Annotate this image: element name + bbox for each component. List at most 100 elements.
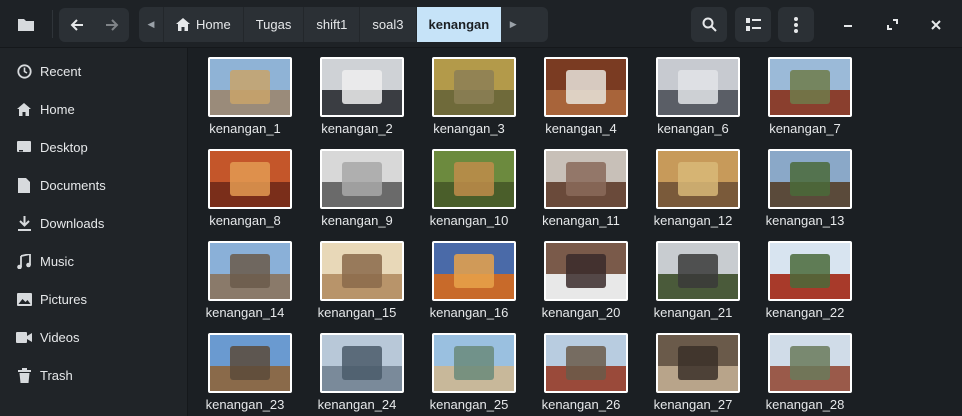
file-item[interactable]: kenangan_28 xyxy=(749,324,861,416)
document-icon xyxy=(16,177,32,193)
file-item[interactable]: kenangan_20 xyxy=(525,232,637,324)
file-item[interactable]: kenangan_15 xyxy=(301,232,413,324)
header-separator xyxy=(52,10,53,38)
path-bar: ◀ Home Tugas shift1 soal3 kenangan ▶ xyxy=(139,7,548,42)
maximize-button[interactable] xyxy=(874,7,910,42)
crumb-tugas[interactable]: Tugas xyxy=(242,7,304,42)
image-thumbnail xyxy=(544,57,628,117)
music-icon xyxy=(16,253,32,269)
home-icon xyxy=(176,18,190,31)
file-name: kenangan_7 xyxy=(769,121,841,136)
file-item[interactable]: kenangan_25 xyxy=(413,324,525,416)
sidebar-item-trash[interactable]: Trash xyxy=(0,356,188,394)
file-name: kenangan_12 xyxy=(653,213,733,228)
sidebar-item-desktop[interactable]: Desktop xyxy=(0,128,188,166)
file-name: kenangan_26 xyxy=(541,397,621,412)
file-name: kenangan_25 xyxy=(429,397,509,412)
image-thumbnail xyxy=(432,333,516,393)
crumb-label: soal3 xyxy=(372,17,404,32)
sidebar-item-documents[interactable]: Documents xyxy=(0,166,188,204)
file-name: kenangan_13 xyxy=(765,213,845,228)
file-name: kenangan_24 xyxy=(317,397,397,412)
image-thumbnail xyxy=(656,57,740,117)
vertical-dots-icon xyxy=(794,16,798,33)
file-item[interactable]: kenangan_3 xyxy=(413,48,525,140)
file-item[interactable]: kenangan_11 xyxy=(525,140,637,232)
file-name: kenangan_9 xyxy=(321,213,393,228)
sidebar-item-videos[interactable]: Videos xyxy=(0,318,188,356)
path-scroll-left-button[interactable]: ◀ xyxy=(139,7,163,42)
file-item[interactable]: kenangan_8 xyxy=(189,140,301,232)
file-item[interactable]: kenangan_6 xyxy=(637,48,749,140)
file-item[interactable]: kenangan_27 xyxy=(637,324,749,416)
desktop-icon xyxy=(16,139,32,155)
sidebar-item-label: Downloads xyxy=(40,215,105,231)
sidebar-item-home[interactable]: Home xyxy=(0,90,188,128)
close-button[interactable] xyxy=(918,7,954,42)
file-name: kenangan_11 xyxy=(542,213,620,228)
file-name: kenangan_20 xyxy=(541,305,621,320)
image-thumbnail xyxy=(544,149,628,209)
search-button[interactable] xyxy=(691,7,727,42)
main-menu-button[interactable] xyxy=(778,7,814,42)
image-thumbnail xyxy=(208,241,292,301)
header-bar: ◀ Home Tugas shift1 soal3 kenangan ▶ xyxy=(0,0,962,48)
sidebar-item-recent[interactable]: Recent xyxy=(0,52,188,90)
file-name: kenangan_6 xyxy=(657,121,729,136)
file-item[interactable]: kenangan_12 xyxy=(637,140,749,232)
maximize-icon xyxy=(886,19,898,30)
file-item[interactable]: kenangan_16 xyxy=(413,232,525,324)
clock-icon xyxy=(16,63,32,79)
minimize-button[interactable] xyxy=(830,7,866,42)
image-thumbnail xyxy=(320,149,404,209)
file-name: kenangan_27 xyxy=(653,397,733,412)
crumb-label: Tugas xyxy=(255,17,292,32)
path-scroll-right-button[interactable]: ▶ xyxy=(501,7,525,42)
file-item[interactable]: kenangan_10 xyxy=(413,140,525,232)
file-item[interactable]: kenangan_21 xyxy=(637,232,749,324)
sidebar-item-label: Videos xyxy=(40,329,80,345)
file-item[interactable]: kenangan_7 xyxy=(749,48,861,140)
image-thumbnail xyxy=(656,241,740,301)
image-thumbnail xyxy=(208,333,292,393)
sidebar-item-music[interactable]: Music xyxy=(0,242,188,280)
picture-icon xyxy=(16,291,32,307)
file-item[interactable]: kenangan_24 xyxy=(301,324,413,416)
file-name: kenangan_21 xyxy=(653,305,733,320)
file-item[interactable]: kenangan_22 xyxy=(749,232,861,324)
crumb-shift1[interactable]: shift1 xyxy=(303,7,359,42)
image-thumbnail xyxy=(208,149,292,209)
crumb-soal3[interactable]: soal3 xyxy=(359,7,415,42)
image-thumbnail xyxy=(432,241,516,301)
sidebar: Recent Home Desktop Documents Downloads … xyxy=(0,48,188,416)
file-item[interactable]: kenangan_13 xyxy=(749,140,861,232)
sidebar-item-pictures[interactable]: Pictures xyxy=(0,280,188,318)
file-name: kenangan_14 xyxy=(205,305,285,320)
file-item[interactable]: kenangan_1 xyxy=(189,48,301,140)
file-name: kenangan_23 xyxy=(205,397,285,412)
download-icon xyxy=(16,215,32,231)
file-name: kenangan_28 xyxy=(765,397,845,412)
back-button[interactable] xyxy=(59,8,94,42)
arrow-left-icon xyxy=(70,19,83,31)
sidebar-item-label: Trash xyxy=(40,367,73,383)
file-item[interactable]: kenangan_9 xyxy=(301,140,413,232)
crumb-home[interactable]: Home xyxy=(163,7,243,42)
crumb-kenangan[interactable]: kenangan xyxy=(415,7,502,42)
view-toggle-button[interactable] xyxy=(735,7,771,42)
file-name: kenangan_3 xyxy=(433,121,505,136)
file-item[interactable]: kenangan_2 xyxy=(301,48,413,140)
forward-button[interactable] xyxy=(94,8,129,42)
image-thumbnail xyxy=(656,333,740,393)
image-thumbnail xyxy=(768,149,852,209)
file-item[interactable]: kenangan_26 xyxy=(525,324,637,416)
crumb-label: Home xyxy=(196,17,231,32)
file-item[interactable]: kenangan_4 xyxy=(525,48,637,140)
file-name: kenangan_22 xyxy=(765,305,845,320)
image-thumbnail xyxy=(768,333,852,393)
file-item[interactable]: kenangan_14 xyxy=(189,232,301,324)
image-thumbnail xyxy=(656,149,740,209)
sidebar-item-downloads[interactable]: Downloads xyxy=(0,204,188,242)
sidebar-item-label: Desktop xyxy=(40,139,88,155)
file-item[interactable]: kenangan_23 xyxy=(189,324,301,416)
